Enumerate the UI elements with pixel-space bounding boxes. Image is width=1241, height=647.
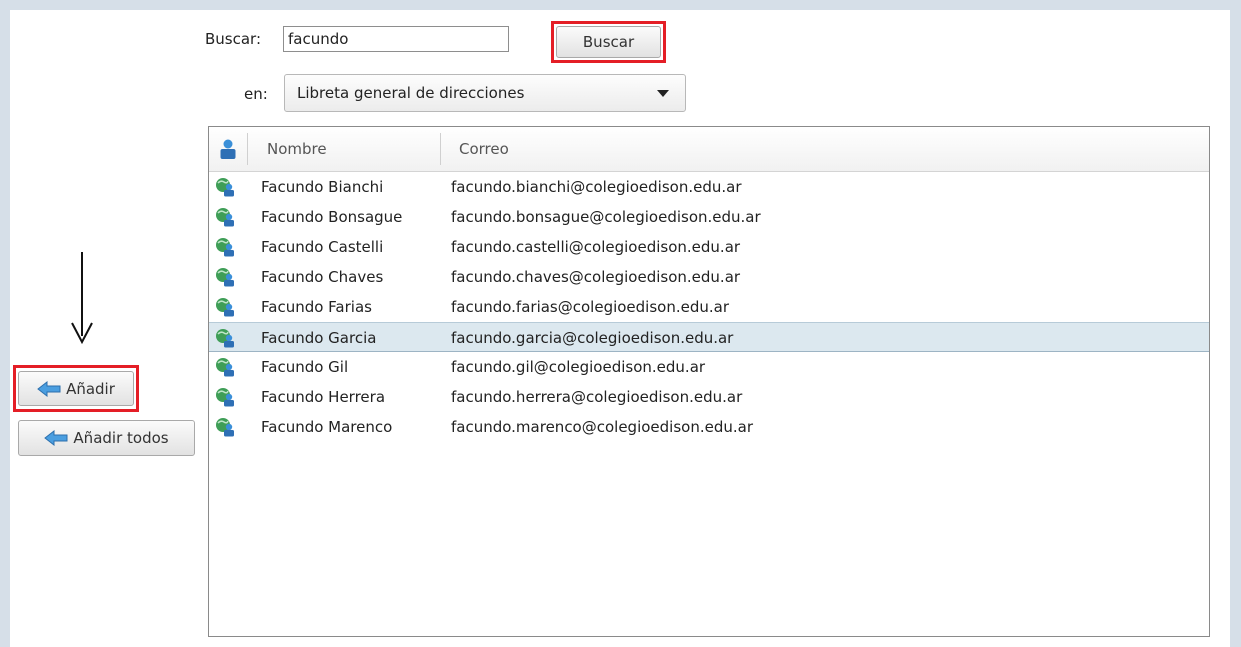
contact-email: facundo.garcia@colegioedison.edu.ar bbox=[451, 329, 734, 347]
contact-email: facundo.castelli@colegioedison.edu.ar bbox=[451, 238, 741, 256]
left-arrow-icon bbox=[37, 381, 61, 397]
table-row[interactable]: Facundo Herrera facundo.herrera@colegioed… bbox=[209, 382, 1209, 412]
contact-email: facundo.herrera@colegioedison.edu.ar bbox=[451, 388, 743, 406]
contact-email: facundo.bianchi@colegioedison.edu.ar bbox=[451, 178, 742, 196]
contact-email: facundo.bonsague@colegioedison.edu.ar bbox=[451, 208, 761, 226]
global-contact-icon bbox=[215, 417, 235, 437]
contact-email: facundo.chaves@colegioedison.edu.ar bbox=[451, 268, 741, 286]
search-button[interactable]: Buscar bbox=[556, 26, 661, 58]
address-book-dialog: Buscar: Buscar en: Libreta general de di… bbox=[10, 10, 1230, 647]
add-button[interactable]: Añadir bbox=[18, 371, 134, 406]
table-row[interactable]: Facundo Bianchi facundo.bianchi@colegioed… bbox=[209, 172, 1209, 202]
header-separator bbox=[440, 133, 441, 165]
left-arrow-icon bbox=[44, 430, 68, 446]
add-all-button-label: Añadir todos bbox=[73, 429, 169, 447]
contact-name: Facundo Bianchi bbox=[261, 178, 384, 196]
add-button-label: Añadir bbox=[66, 379, 115, 398]
contacts-rows: Facundo Bianchi facundo.bianchi@colegioed… bbox=[209, 172, 1209, 442]
scope-label: en: bbox=[244, 85, 268, 103]
list-header: Nombre Correo bbox=[209, 127, 1209, 172]
contact-email: facundo.gil@colegioedison.edu.ar bbox=[451, 358, 706, 376]
table-row[interactable]: Facundo Garcia facundo.garcia@colegioedis… bbox=[209, 322, 1209, 352]
contact-name: Facundo Castelli bbox=[261, 238, 384, 256]
global-contact-icon bbox=[215, 387, 235, 407]
contact-name: Facundo Marenco bbox=[261, 418, 393, 436]
table-row[interactable]: Facundo Gil facundo.gil@colegioedison.edu… bbox=[209, 352, 1209, 382]
global-contact-icon bbox=[215, 328, 235, 348]
down-arrow-icon bbox=[71, 322, 93, 344]
contact-email: facundo.farias@colegioedison.edu.ar bbox=[451, 298, 730, 316]
global-contact-icon bbox=[215, 177, 235, 197]
contacts-list[interactable]: Nombre Correo Facundo Bianchi facundo.bia… bbox=[208, 126, 1210, 637]
contact-email: facundo.marenco@colegioedison.edu.ar bbox=[451, 418, 753, 436]
column-header-name[interactable]: Nombre bbox=[267, 140, 327, 158]
chevron-down-icon bbox=[657, 90, 669, 97]
column-header-email[interactable]: Correo bbox=[459, 140, 509, 158]
contact-name: Facundo Chaves bbox=[261, 268, 384, 286]
global-contact-icon bbox=[215, 267, 235, 287]
contact-name: Facundo Bonsague bbox=[261, 208, 403, 226]
global-contact-icon bbox=[215, 207, 235, 227]
global-contact-icon bbox=[215, 237, 235, 257]
table-row[interactable]: Facundo Castelli facundo.castelli@colegio… bbox=[209, 232, 1209, 262]
contact-name: Facundo Herrera bbox=[261, 388, 386, 406]
table-row[interactable]: Facundo Marenco facundo.marenco@colegioed… bbox=[209, 412, 1209, 442]
search-label: Buscar: bbox=[205, 30, 262, 48]
header-separator bbox=[247, 133, 248, 165]
table-row[interactable]: Facundo Chaves facundo.chaves@colegioedis… bbox=[209, 262, 1209, 292]
global-contact-icon bbox=[215, 357, 235, 377]
table-row[interactable]: Facundo Bonsague facundo.bonsague@colegio… bbox=[209, 202, 1209, 232]
table-row[interactable]: Facundo Farias facundo.farias@colegioedis… bbox=[209, 292, 1209, 322]
search-input[interactable] bbox=[283, 26, 509, 52]
address-book-select[interactable]: Libreta general de direcciones bbox=[284, 74, 686, 112]
global-contact-icon bbox=[215, 297, 235, 317]
contact-icon bbox=[220, 139, 236, 159]
icon-defs bbox=[10, 10, 11, 11]
address-book-select-value: Libreta general de direcciones bbox=[297, 84, 525, 102]
add-all-button[interactable]: Añadir todos bbox=[18, 420, 195, 456]
contact-name: Facundo Farias bbox=[261, 298, 372, 316]
contact-name: Facundo Garcia bbox=[261, 329, 377, 347]
contact-name: Facundo Gil bbox=[261, 358, 349, 376]
